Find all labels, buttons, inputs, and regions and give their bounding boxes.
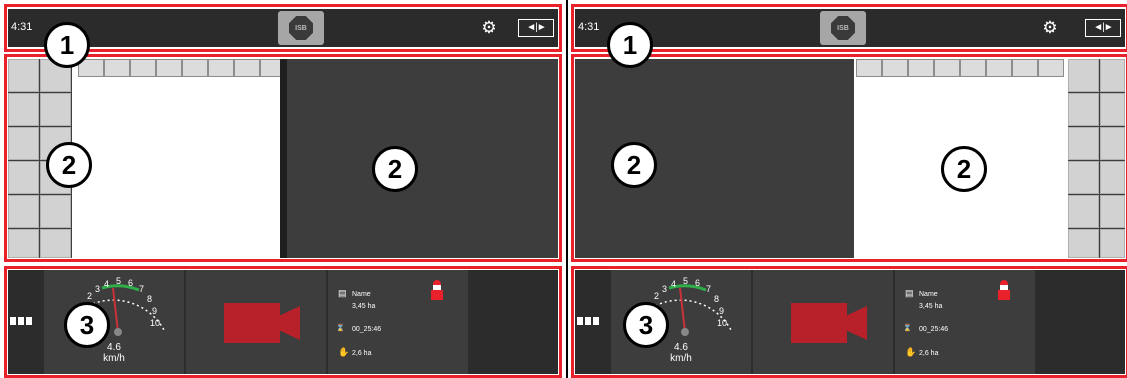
screen-divider	[563, 0, 571, 378]
callout-3: 3	[64, 302, 110, 348]
left-screen-layout: 4:31 ISB ⚙ ◄|► 2 3 4 5 6 7 8 9 10 4.6 km…	[4, 4, 562, 378]
callout-2: 2	[372, 146, 418, 192]
callout-2: 2	[941, 146, 987, 192]
callout-2: 2	[46, 142, 92, 188]
callout-1: 1	[607, 22, 653, 68]
highlight-frame-1	[571, 4, 1127, 52]
callout-1: 1	[44, 22, 90, 68]
right-screen-layout: 4:31 ISB ⚙ ◄|► 2 3 4 5 6 7 8 9 10 4.6 km…	[571, 4, 1127, 378]
callout-2: 2	[611, 142, 657, 188]
callout-3: 3	[623, 302, 669, 348]
